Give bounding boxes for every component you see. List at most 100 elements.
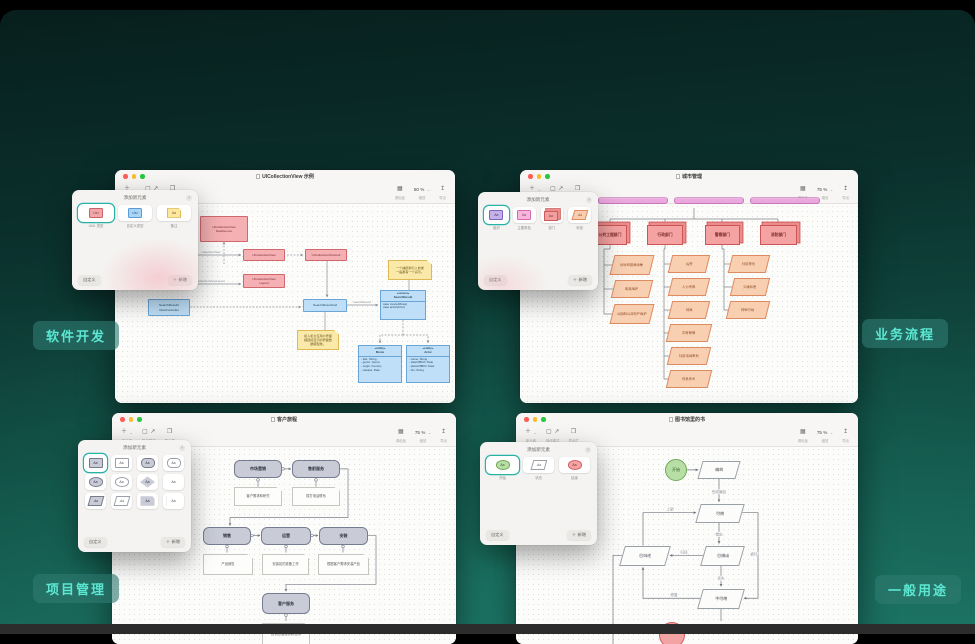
help-icon[interactable]: ? <box>179 445 185 451</box>
palette-item[interactable]: Aa <box>137 493 158 509</box>
diagram-node[interactable]: 运营 <box>668 255 710 273</box>
add-element-icon[interactable]: ＋ <box>525 428 531 437</box>
toolbar-mode-group[interactable]: ▢↗ 操作模式 <box>546 428 560 443</box>
diagram-node[interactable]: 信息技术 <box>666 370 712 388</box>
diagram-node[interactable]: SearchResultCell <box>303 299 347 312</box>
toolbar-export-group[interactable]: ↥ 导出 <box>842 185 849 200</box>
minimize-button[interactable] <box>537 174 542 179</box>
palette-item[interactable]: Aa <box>163 493 184 509</box>
zoom-button[interactable] <box>541 417 546 422</box>
color-palette-icon[interactable]: ▦ <box>398 428 404 437</box>
diagram-node[interactable]: 根据客户需求安装产品 <box>318 554 369 575</box>
sidebar-toggle-icon[interactable]: ❐ <box>571 428 576 437</box>
diagram-node[interactable]: 交通巡逻 <box>730 278 770 296</box>
pan-mode-icon[interactable]: ↗ <box>150 428 155 437</box>
diagram-node[interactable]: 垃圾和回收收集 <box>610 255 655 275</box>
toolbar-palette-group[interactable]: ▦ 调色板 <box>798 428 808 443</box>
share-export-icon[interactable]: ↥ <box>440 185 445 194</box>
help-icon[interactable]: ? <box>186 195 192 201</box>
diagram-node[interactable]: SearchResults ViewController <box>148 299 190 316</box>
palette-item[interactable]: Aa <box>163 455 184 471</box>
add-element-icon[interactable]: ＋ <box>121 428 127 437</box>
diagram-node[interactable]: UICollectionView <box>243 249 285 261</box>
palette-item[interactable]: Aa <box>85 474 106 490</box>
diagram-node[interactable]: 已借出 <box>700 546 745 566</box>
minimize-button[interactable] <box>132 174 137 179</box>
zoom-button[interactable] <box>140 174 145 179</box>
zoom-button[interactable] <box>137 417 142 422</box>
diagram-node[interactable]: 已归还 <box>619 546 671 566</box>
help-icon[interactable]: ? <box>586 197 592 203</box>
diagram-node[interactable]: «entity» Movie- title: String - genre: G… <box>358 345 402 383</box>
palette-item[interactable]: </a>UML 类型 <box>79 205 113 228</box>
toolbar-zoom-group[interactable]: 75 %⌄ 缩放 <box>415 428 431 443</box>
close-button[interactable] <box>123 174 128 179</box>
diagram-node[interactable]: 拨打电话联系 <box>292 487 340 506</box>
diagram-node[interactable]: 行政部门 <box>647 225 683 245</box>
zoom-button[interactable] <box>545 174 550 179</box>
diagram-node[interactable]: 客户服务 <box>262 593 310 614</box>
close-button[interactable] <box>528 174 533 179</box>
diagram-node[interactable]: UICollectionView Layout <box>243 274 285 288</box>
diagram-node[interactable]: 警察部门 <box>705 225 740 245</box>
diagram-node[interactable]: 财政 <box>668 301 710 319</box>
color-palette-icon[interactable]: ▦ <box>800 428 806 437</box>
titlebar[interactable]: 客户旅程 <box>112 413 456 426</box>
palette-item[interactable]: Aa <box>111 493 132 509</box>
palette-item[interactable]: Aa <box>111 455 132 471</box>
diagram-node[interactable]: 运营 <box>261 527 311 545</box>
diagram-node[interactable]: UICollectionView DataSource <box>200 216 248 242</box>
diagram-node[interactable]: 安装 <box>319 527 368 545</box>
color-palette-icon[interactable]: ▦ <box>800 185 806 194</box>
minimize-button[interactable] <box>533 417 538 422</box>
palette-item[interactable]: Aa备注 <box>157 205 191 228</box>
diagram-node[interactable]: 售前服务 <box>292 460 340 478</box>
diagram-node[interactable]: 社区活动策划 <box>667 347 711 365</box>
pan-mode-icon[interactable]: ↗ <box>554 428 559 437</box>
diagram-node[interactable]: 销售 <box>203 527 251 545</box>
diagram-node[interactable]: 开始 <box>665 459 687 481</box>
customize-button[interactable]: 自定义 <box>484 275 507 285</box>
help-icon[interactable]: ? <box>585 447 591 453</box>
toolbar-palette-group[interactable]: ▦ 调色板 <box>798 185 808 200</box>
palette-item[interactable]: Aa <box>137 455 158 471</box>
palette-item[interactable]: Aa <box>85 455 106 471</box>
palette-item[interactable]: Aa科室 <box>568 207 591 230</box>
diagram-node[interactable]: 一个捕捉新引入的类 一般都有一个演示。 <box>388 260 432 280</box>
titlebar[interactable]: 城市管理 <box>520 170 858 183</box>
diagram-node[interactable]: 可用 <box>695 504 744 523</box>
toolbar-export-group[interactable]: ↥ 导出 <box>439 185 446 200</box>
palette-item[interactable]: Aa结束 <box>559 457 590 480</box>
palette-item[interactable]: Aa <box>85 493 106 509</box>
diagram-node[interactable]: 安装前的准备工作 <box>262 554 309 575</box>
palette-item[interactable]: Aa主要角色 <box>513 207 536 230</box>
palette-item[interactable]: Aa部门 <box>541 207 564 230</box>
zoom-level-value[interactable]: 75 % <box>817 185 827 194</box>
category-tag-software[interactable]: 软件开发 <box>33 321 119 350</box>
diagram-node[interactable]: 产品销售 <box>203 554 253 575</box>
select-mode-icon[interactable]: ▢ <box>546 428 552 437</box>
diagram-node[interactable]: «entity» Actor- name: String - dateOfBir… <box>406 345 450 383</box>
palette-item[interactable]: Aa开始 <box>487 457 518 480</box>
share-export-icon[interactable]: ↥ <box>843 185 848 194</box>
diagram-node[interactable]: 和人机交互用户界面 相链接显示的界面数 据模型类。 <box>297 330 339 350</box>
diagram-node[interactable]: 公共工程部门 <box>593 225 627 245</box>
add-new-button[interactable]: ＋新增 <box>161 537 185 547</box>
category-tag-project[interactable]: 项目管理 <box>33 574 119 603</box>
close-button[interactable] <box>524 417 529 422</box>
palette-item[interactable]: Aa组织 <box>485 207 508 230</box>
toolbar-zoom-group[interactable]: 75 %⌄ 缩放 <box>817 185 833 200</box>
category-tag-general[interactable]: 一般用途 <box>875 575 961 604</box>
close-button[interactable] <box>120 417 125 422</box>
diagram-node[interactable]: 不可用 <box>697 589 745 609</box>
category-tag-business[interactable]: 业务流程 <box>862 319 948 348</box>
diagram-node[interactable]: 灾害管理 <box>666 324 712 342</box>
toolbar-zoom-group[interactable]: 75 %⌄ 缩放 <box>817 428 833 443</box>
diagram-node[interactable]: 公园和公共财产维护 <box>610 304 655 324</box>
toolbar-add-group[interactable]: ＋⌄ 新元素 <box>525 428 537 443</box>
toolbar-export-group[interactable]: ↥ 导出 <box>440 428 447 443</box>
toolbar-export-group[interactable]: ↥ 导出 <box>842 428 849 443</box>
add-new-button[interactable]: ＋新增 <box>168 275 192 285</box>
toolbar-palette-group[interactable]: ▦ 调色板 <box>396 428 406 443</box>
titlebar[interactable]: UICollectionView 示例 <box>115 170 455 183</box>
